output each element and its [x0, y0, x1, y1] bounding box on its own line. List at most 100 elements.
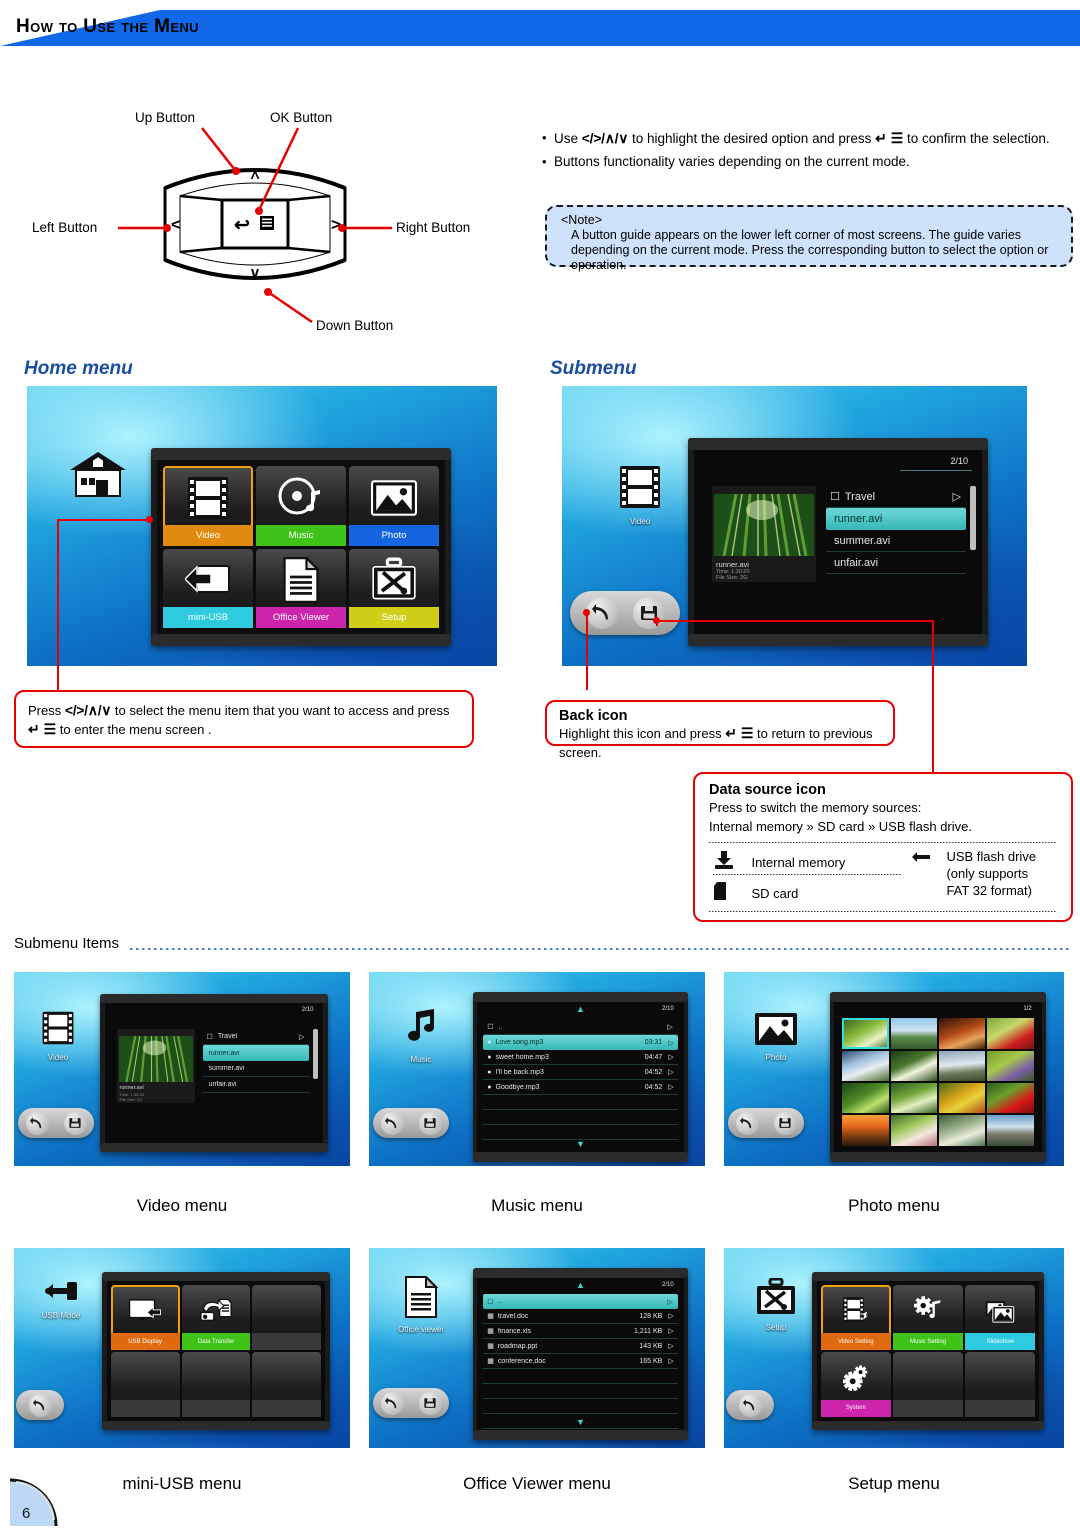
- folder-row[interactable]: ☐.. ▷: [483, 1294, 678, 1310]
- empty-row: [483, 1369, 678, 1385]
- play-icon[interactable]: ▷: [668, 1357, 673, 1365]
- file-row[interactable]: ▦ finance.xls 1,211 KB ▷: [483, 1324, 678, 1340]
- play-icon[interactable]: ▷: [953, 490, 961, 503]
- data-source-icon[interactable]: [773, 1111, 797, 1135]
- video-thumb-file-list[interactable]: ☐ Travel ▷ runner.avi summer.avi unfair.avi: [202, 1029, 310, 1094]
- play-icon[interactable]: ▷: [668, 1312, 673, 1320]
- menu-tile-video[interactable]: Video: [163, 465, 253, 546]
- photo-thumbnail-cell[interactable]: [987, 1115, 1034, 1146]
- photo-thumbnail-cell[interactable]: [842, 1050, 889, 1081]
- file-row[interactable]: summer.avi: [202, 1061, 310, 1078]
- photo-thumbnail-cell[interactable]: [939, 1083, 986, 1114]
- menu-tile-data-transfer[interactable]: Data Transfer: [181, 1285, 251, 1350]
- scroll-up-icon[interactable]: ▲: [576, 1005, 585, 1014]
- menu-tile-label: Data Transfer: [181, 1333, 251, 1350]
- play-icon[interactable]: ▷: [668, 1053, 673, 1061]
- back-icon[interactable]: [28, 1393, 52, 1417]
- office-thumb-file-list[interactable]: ☐.. ▷ ▦ travel.doc 128 KB ▷ ▦ finance.xls 1,211 …: [483, 1294, 678, 1430]
- video-menu-caption: Video menu: [136, 1196, 228, 1215]
- file-name: sweet home.mp3: [495, 1053, 549, 1061]
- photo-thumbnail-cell[interactable]: [890, 1050, 937, 1081]
- folder-row[interactable]: ☐ Travel ▷: [202, 1029, 310, 1046]
- menu-tile-system[interactable]: System: [820, 1352, 891, 1417]
- data-source-icon[interactable]: [418, 1111, 442, 1135]
- data-source-icon[interactable]: [63, 1111, 87, 1135]
- back-icon[interactable]: [25, 1111, 49, 1135]
- folder-icon: ☐: [487, 1024, 494, 1032]
- data-source-icon[interactable]: [418, 1391, 442, 1415]
- file-row[interactable]: ● sweet home.mp3 04:47 ▷: [483, 1050, 678, 1066]
- photo-thumbnail-cell[interactable]: [939, 1050, 986, 1081]
- sd-card-label: SD card: [751, 886, 799, 901]
- menu-tile-video-setting[interactable]: Video Setting: [820, 1285, 891, 1350]
- data-source-callout: Data source icon Press to switch the mem…: [693, 772, 1073, 922]
- menu-tile-setup[interactable]: Setup: [349, 548, 439, 629]
- file-row[interactable]: runner.avi: [202, 1045, 310, 1062]
- file-row[interactable]: ▦ travel.doc 128 KB ▷: [483, 1309, 678, 1325]
- music-thumb-side-label: Music: [410, 1055, 432, 1064]
- file-row[interactable]: summer.avi: [826, 530, 966, 553]
- photo-thumbnail-cell[interactable]: [939, 1018, 986, 1049]
- file-row[interactable]: runner.avi: [826, 508, 966, 531]
- photo-thumbnail-cell[interactable]: [842, 1083, 889, 1114]
- scroll-down-icon[interactable]: ▼: [576, 1139, 585, 1149]
- menu-tile-office-viewer[interactable]: Office Viewer: [256, 548, 346, 629]
- menu-tile-usb-display[interactable]: USB Display: [110, 1285, 180, 1350]
- scroll-up-icon[interactable]: ▲: [576, 1281, 585, 1290]
- play-icon[interactable]: ▷: [299, 1033, 304, 1041]
- photo-thumbnail-cell[interactable]: [842, 1018, 889, 1049]
- play-icon[interactable]: ▷: [668, 1083, 673, 1091]
- photo-thumbnail-cell[interactable]: [890, 1083, 937, 1114]
- page-title: How to Use the Menu: [16, 16, 199, 37]
- play-icon[interactable]: ▷: [668, 1039, 673, 1047]
- scroll-down-icon[interactable]: ▼: [576, 1417, 585, 1427]
- back-arrow-svg: [385, 1116, 397, 1128]
- back-arrow-svg: [385, 1396, 397, 1408]
- photo-thumbnail-cell[interactable]: [987, 1018, 1034, 1049]
- photo-thumbnail-cell[interactable]: [890, 1115, 937, 1146]
- play-icon[interactable]: ▷: [668, 1342, 673, 1350]
- music-thumb-file-list[interactable]: ☐.. ▷ ● Love song.mp3 03:31 ▷ ● sweet home.mp3 0…: [483, 1020, 678, 1152]
- back-icon[interactable]: [735, 1111, 759, 1135]
- file-row[interactable]: unfair.avi: [826, 552, 966, 575]
- file-row[interactable]: ● I'll be back.mp3 04:52 ▷: [483, 1065, 678, 1081]
- file-row[interactable]: ● Love song.mp3 03:31 ▷: [483, 1035, 678, 1051]
- back-icon[interactable]: [380, 1391, 404, 1415]
- video-thumb-scrollbar[interactable]: [313, 1029, 319, 1080]
- file-name: summer.avi: [208, 1065, 245, 1073]
- folder-row[interactable]: ☐ Travel ▷: [826, 486, 966, 509]
- play-icon[interactable]: ▷: [667, 1298, 672, 1306]
- photo-thumbnail-cell[interactable]: [987, 1050, 1034, 1081]
- photo-thumbnail-cell[interactable]: [939, 1115, 986, 1146]
- back-icon[interactable]: [585, 597, 618, 629]
- menu-tile-label: Music Setting: [892, 1333, 964, 1350]
- file-row[interactable]: ▦ roadmap.ppt 143 KB ▷: [483, 1339, 678, 1355]
- file-row[interactable]: ● Goodbye.mp3 04:52 ▷: [483, 1080, 678, 1096]
- menu-tile-label: Slideshow: [965, 1333, 1036, 1350]
- photo-thumbnail-cell[interactable]: [890, 1018, 937, 1049]
- play-icon[interactable]: ▷: [668, 1068, 673, 1076]
- submenu-scrollbar[interactable]: [970, 486, 976, 551]
- menu-tile-music-setting[interactable]: Music Setting: [892, 1285, 964, 1350]
- menu-tile-photo[interactable]: Photo: [349, 465, 439, 546]
- video-thumb-detail-name: runner.avi: [119, 1085, 144, 1092]
- file-doc-icon: ▦: [487, 1328, 494, 1336]
- photo-thumbnail-cell[interactable]: [842, 1115, 889, 1146]
- office-menu-thumbnail: Office viewer ▲ 2/10 ☐.. ▷ ▦ travel.doc 128 …: [369, 1248, 705, 1448]
- file-row[interactable]: unfair.avi: [202, 1077, 310, 1094]
- play-icon[interactable]: ▷: [667, 1023, 672, 1031]
- back-icon[interactable]: [380, 1111, 404, 1135]
- empty-row: [483, 1140, 677, 1152]
- submenu-file-list[interactable]: ☐ Travel ▷ runner.avi summer.avi unfair.avi: [826, 486, 966, 575]
- menu-tile-music[interactable]: Music: [256, 465, 346, 546]
- film-icon: [185, 475, 231, 526]
- menu-tile-slideshow[interactable]: Slideshow: [965, 1285, 1036, 1350]
- file-row[interactable]: ▦ conference.doc 165 KB ▷: [483, 1354, 678, 1370]
- data-source-icon[interactable]: [632, 597, 665, 629]
- back-icon[interactable]: [738, 1393, 762, 1417]
- menu-tile-mini-usb[interactable]: mini-USB: [163, 548, 253, 629]
- photo-thumbnail-grid[interactable]: [842, 1018, 1034, 1146]
- folder-row[interactable]: ☐.. ▷: [483, 1020, 678, 1036]
- photo-thumbnail-cell[interactable]: [987, 1083, 1034, 1114]
- play-icon[interactable]: ▷: [668, 1327, 673, 1335]
